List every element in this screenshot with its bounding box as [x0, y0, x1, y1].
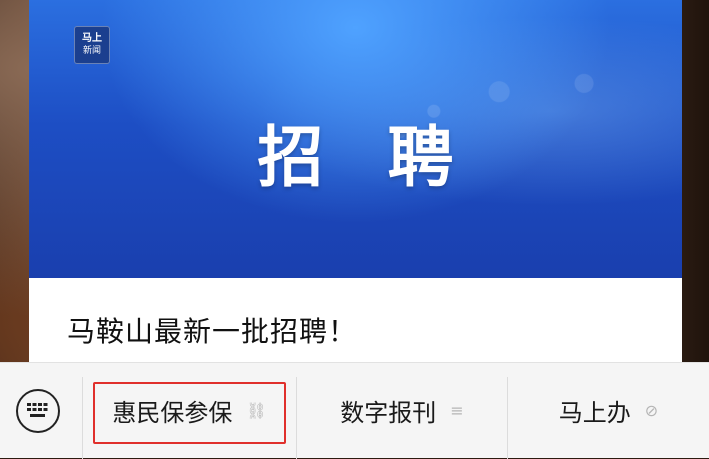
menu-lines-icon: ≡ — [450, 401, 464, 420]
menu-item-mashangban[interactable]: 马上办 ⊘ — [508, 363, 709, 458]
menu-item-digital-newspaper[interactable]: 数字报刊 ≡ — [297, 363, 507, 458]
link-icon: ⛓ — [246, 401, 267, 420]
news-logo-line1: 马上 — [82, 33, 102, 44]
news-logo-line2: 新闻 — [82, 46, 101, 56]
keyboard-icon[interactable] — [16, 389, 60, 433]
mini-program-icon: ⊘ — [644, 401, 659, 420]
article-card[interactable]: 马上 新闻 招聘 马鞍山最新一批招聘！ — [29, 0, 682, 372]
menu-item-huiminbao[interactable]: 惠民保参保 ⛓ — [83, 363, 296, 458]
keyboard-icon-glyph — [27, 403, 48, 417]
cover-title: 招聘 — [257, 119, 518, 196]
article-title[interactable]: 马鞍山最新一批招聘！ — [67, 310, 357, 350]
menu-item-label: 惠民保参保 — [112, 399, 233, 427]
bottom-menu-bar: 惠民保参保 ⛓ 数字报刊 ≡ 马上办 ⊘ — [0, 362, 709, 459]
menu-item-label: 数字报刊 — [340, 399, 437, 427]
menu-item-label: 马上办 — [558, 399, 631, 427]
news-logo: 马上 新闻 — [74, 26, 110, 64]
